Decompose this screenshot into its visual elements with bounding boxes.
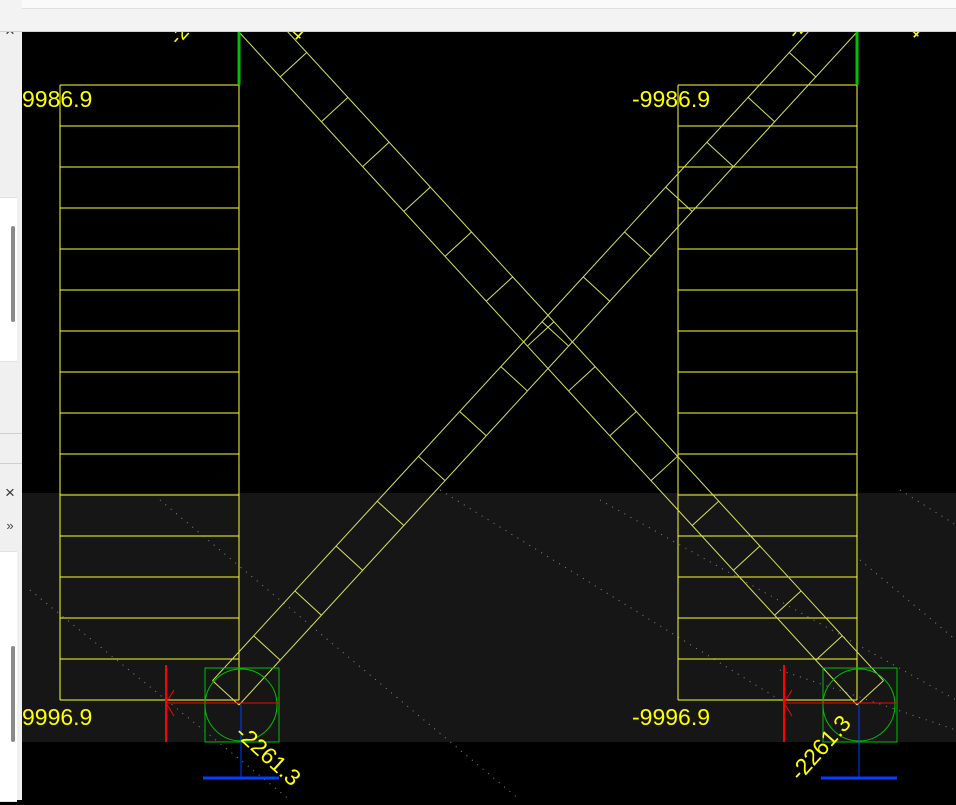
- brace-tick: [363, 142, 390, 166]
- bottom-moment-label-left: 9996.9: [22, 704, 92, 730]
- brace-tick: [445, 232, 472, 256]
- brace-tick: [418, 456, 445, 480]
- tab-strip[interactable]: [22, 0, 956, 9]
- brace-tick: [583, 277, 610, 301]
- panel-divider: [0, 463, 22, 464]
- brace-tick: [707, 142, 734, 166]
- vertical-scrollbar-thumb[interactable]: [11, 226, 15, 322]
- brace-tick: [789, 53, 816, 77]
- chevron-right-icon[interactable]: »: [1, 519, 19, 533]
- viewport-title-bar: [0, 0, 956, 32]
- brace-tick: [569, 367, 596, 391]
- panel-divider: [0, 433, 22, 434]
- brace-tick: [404, 187, 431, 211]
- top-moment-label-right: -9986.9: [632, 86, 710, 112]
- diag-label-top-right-a: -2: [783, 32, 811, 43]
- brace-tick: [748, 97, 775, 121]
- close-icon[interactable]: ×: [1, 484, 19, 502]
- bottom-moment-label-right: -9996.9: [632, 704, 710, 730]
- diag-label-top-left-a: -2: [165, 32, 193, 49]
- structural-viewport[interactable]: 9986.9 9996.9 -9986.9 -9996.9 -2261.3 -2…: [22, 32, 956, 800]
- top-moment-label-left: 9986.9: [22, 86, 92, 112]
- vertical-scrollbar-thumb[interactable]: [11, 646, 15, 742]
- brace-tick: [610, 411, 637, 435]
- brace-tick: [624, 232, 651, 256]
- dock-panel-lower: [0, 551, 17, 802]
- brace-tick: [486, 277, 513, 301]
- dock-panel-upper: [0, 197, 17, 362]
- diagram-svg[interactable]: 9986.9 9996.9 -9986.9 -9996.9 -2261.3 -2…: [22, 32, 956, 800]
- brace-tick: [460, 411, 487, 435]
- brace-tick: [651, 456, 678, 480]
- brace-tick: [280, 53, 307, 77]
- diag-label-top-right-b: 4: [905, 32, 928, 43]
- brace-tick: [501, 367, 528, 391]
- left-dock-panel: × × »: [0, 0, 22, 800]
- brace-tick: [321, 97, 348, 121]
